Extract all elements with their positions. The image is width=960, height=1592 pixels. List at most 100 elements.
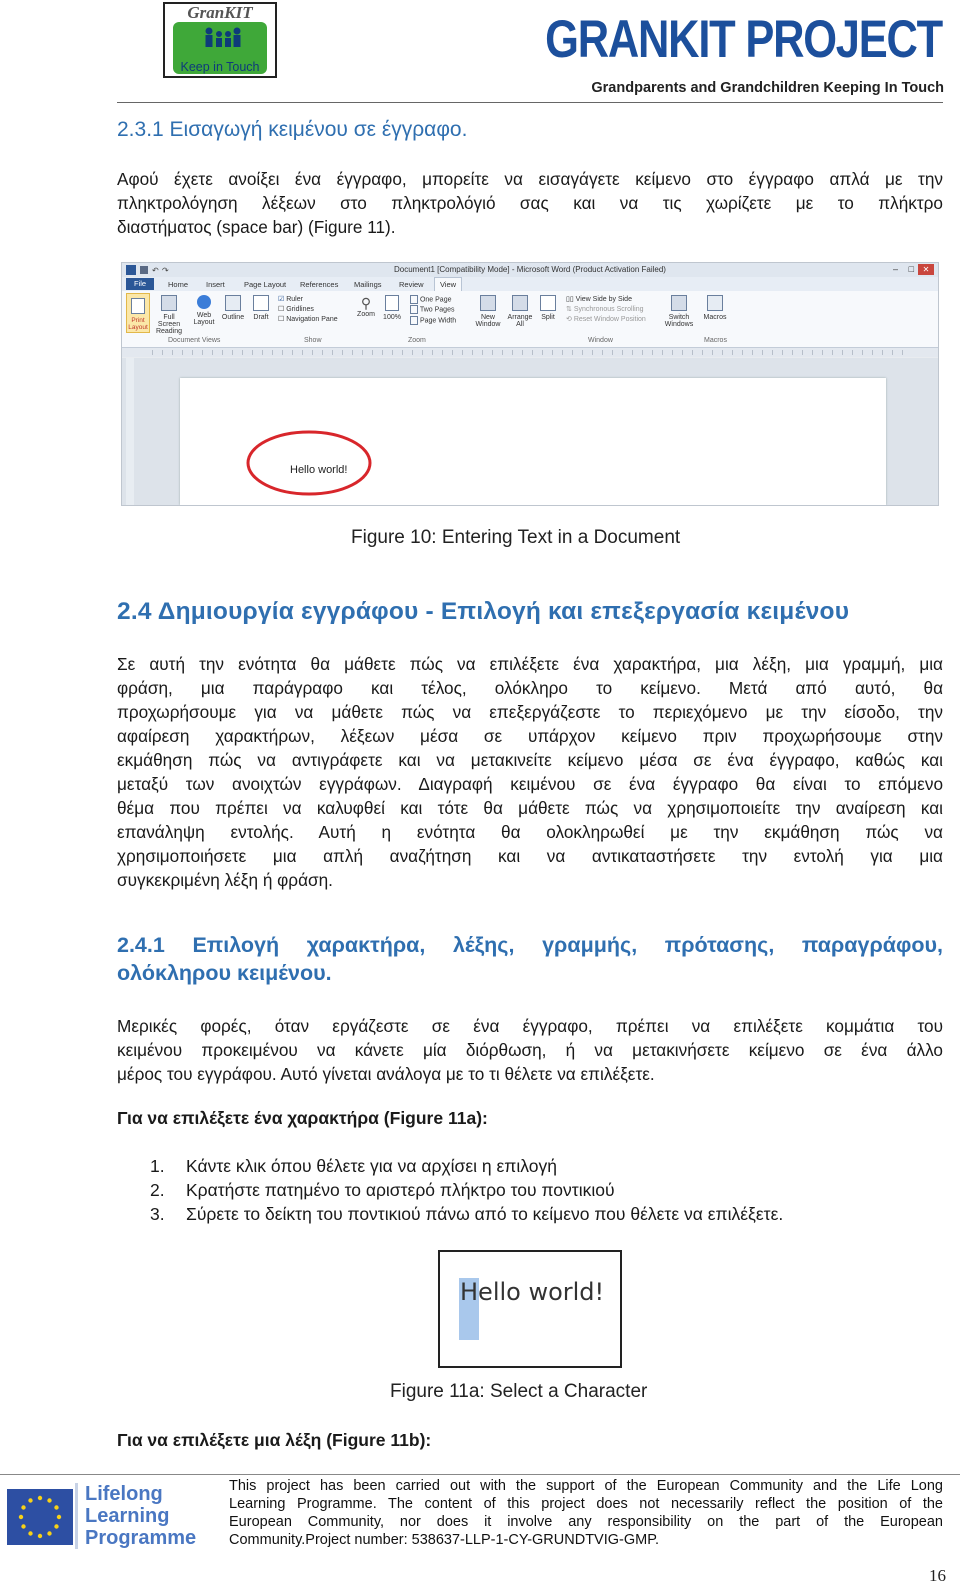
paragraph-line: εκμάθηση πώς να αντιγράφετε και να μετακ… <box>117 750 943 770</box>
family-icon <box>205 27 241 47</box>
checked-icon: ☑ <box>278 296 285 303</box>
tab-references[interactable]: References <box>300 280 338 289</box>
zoom-button[interactable]: ⚲ Zoom <box>356 295 376 318</box>
save-icon[interactable] <box>140 266 148 274</box>
footer-line: Community.Project number: 538637-LLP-1-C… <box>229 1532 660 1548</box>
lifelong-learning-logo: Lifelong Learning Programme <box>7 1483 219 1553</box>
word-screenshot: ↶ ↷ Document1 [Compatibility Mode] - Mic… <box>121 262 939 506</box>
macros-label: Macros <box>703 314 727 321</box>
side-by-side-icon: ▯▯ <box>566 296 574 303</box>
header-rule <box>117 102 943 103</box>
sync-scroll-icon: ⇅ <box>566 306 572 313</box>
macros-icon <box>707 295 723 311</box>
web-layout-icon <box>197 295 211 309</box>
outline-button[interactable]: Outline <box>220 295 246 321</box>
print-layout-icon <box>131 298 145 314</box>
tab-home[interactable]: Home <box>168 280 188 289</box>
tab-review[interactable]: Review <box>399 280 424 289</box>
two-pages-icon <box>410 305 418 315</box>
page-icon <box>385 295 399 311</box>
page-width-button[interactable]: Page Width <box>410 315 456 326</box>
new-window-button[interactable]: New Window <box>474 295 502 328</box>
section-2-4-paragraph: Σε αυτή την ενότητα θα μάθετε πώς να επι… <box>117 652 943 892</box>
maximize-icon[interactable]: □ <box>909 264 914 274</box>
reset-window-position-button[interactable]: ⟲ Reset Window Position <box>566 315 646 325</box>
gridlines-checkbox[interactable]: ☐ Gridlines <box>278 305 338 315</box>
new-window-label: New Window <box>475 314 501 328</box>
paragraph-line: αφαίρεση χαρακτήρων, λέξεων μέσα σε υπάρ… <box>117 726 943 746</box>
view-side-by-side-button[interactable]: ▯▯ View Side by Side <box>566 295 646 305</box>
programme-line: Programme <box>85 1527 197 1549</box>
zoom-100-button[interactable]: 100% <box>382 295 402 321</box>
paragraph-line: φράση, μια παράγραφο και τέλος, ολόκληρο… <box>117 678 943 698</box>
footer-line: This project has been carried out with t… <box>229 1478 943 1494</box>
switch-windows-icon <box>671 295 687 311</box>
undo-icon[interactable]: ↶ <box>152 266 159 275</box>
gridlines-label: Gridlines <box>286 306 314 313</box>
sync-scroll-label: Synchronous Scrolling <box>573 306 644 313</box>
footer-line: Learning Programme. The content of this … <box>229 1496 943 1512</box>
project-tagline: Grandparents and Grandchildren Keeping I… <box>591 80 944 96</box>
one-page-button[interactable]: One Page <box>410 295 456 305</box>
one-page-label: One Page <box>419 296 452 304</box>
figure-11a-caption: Figure 11a: Select a Character <box>390 1381 648 1402</box>
macros-button[interactable]: Macros <box>702 295 728 321</box>
logo-subtitle: Keep in Touch <box>180 60 260 74</box>
new-window-icon <box>480 295 496 311</box>
tab-mailings[interactable]: Mailings <box>354 280 382 289</box>
two-pages-button[interactable]: Two Pages <box>410 305 456 315</box>
step-text: Σύρετε το δείκτη του ποντικιού πάνω από … <box>186 1204 784 1224</box>
window-options: ▯▯ View Side by Side ⇅ Synchronous Scrol… <box>566 295 646 325</box>
full-screen-reading-button[interactable]: Full Screen Reading <box>152 295 186 335</box>
section-heading-2-3-1: 2.3.1 Εισαγωγή κειμένου σε έγγραφο. <box>117 118 468 141</box>
draft-button[interactable]: Draft <box>250 295 272 321</box>
print-layout-button[interactable]: Print Layout <box>126 293 150 333</box>
web-layout-button[interactable]: Web Layout <box>192 295 216 326</box>
vertical-ruler[interactable] <box>126 358 134 505</box>
tab-page-layout[interactable]: Page Layout <box>244 280 286 289</box>
ruler-label: Ruler <box>286 296 303 303</box>
word-app-icon <box>126 265 136 275</box>
paragraph-line: Μερικές φορές, όταν εργάζεστε σε ένα έγγ… <box>117 1016 943 1036</box>
project-brand: GRANKIT PROJECT <box>545 10 943 69</box>
horizontal-ruler[interactable] <box>122 348 938 357</box>
paragraph-line: Σε αυτή την ενότητα θα μάθετε πώς να επι… <box>117 654 943 674</box>
footer-line: European Community, nor does it involve … <box>229 1514 943 1530</box>
ruler-checkbox[interactable]: ☑ Ruler <box>278 295 338 305</box>
tab-insert[interactable]: Insert <box>206 280 225 289</box>
close-icon[interactable]: ✕ <box>918 264 934 275</box>
word-window-title: Document1 [Compatibility Mode] - Microso… <box>394 265 666 274</box>
select-character-title: Για να επιλέξετε ένα χαρακτήρα (Figure 1… <box>117 1108 488 1128</box>
section-2-4-1-paragraph: Μερικές φορές, όταν εργάζεστε σε ένα έγγ… <box>117 1014 943 1086</box>
print-layout-label: Print Layout <box>128 317 148 331</box>
section-heading-2-4-1-line2: ολόκληρου κειμένου. <box>117 961 332 985</box>
navigation-pane-checkbox[interactable]: ☐ Navigation Pane <box>278 315 338 325</box>
highlight-ellipse <box>246 430 372 496</box>
arrange-all-icon <box>512 295 528 311</box>
select-word-title: Για να επιλέξετε μια λέξη (Figure 11b): <box>117 1430 432 1450</box>
web-layout-label: Web Layout <box>193 312 215 326</box>
ribbon-tabs: File Home Insert Page Layout References … <box>122 277 938 291</box>
side-by-side-label: View Side by Side <box>575 296 632 303</box>
synchronous-scrolling-button[interactable]: ⇅ Synchronous Scrolling <box>566 305 646 315</box>
tab-file[interactable]: File <box>126 278 154 290</box>
arrange-all-button[interactable]: Arrange All <box>506 295 534 328</box>
split-button[interactable]: Split <box>538 295 558 321</box>
page-width-icon <box>410 315 418 325</box>
page-number: 16 <box>929 1566 946 1585</box>
step-number: 3. <box>150 1204 165 1224</box>
switch-windows-button[interactable]: Switch Windows <box>664 295 694 328</box>
redo-icon[interactable]: ↷ <box>162 266 169 275</box>
zoom-label: Zoom <box>357 311 375 318</box>
unchecked-icon: ☐ <box>278 306 285 313</box>
full-screen-label: Full Screen Reading <box>155 314 183 335</box>
step-text: Κρατήστε πατημένο το αριστερό πλήκτρο το… <box>186 1180 615 1200</box>
logo-title: GranKIT <box>187 3 253 22</box>
logo-divider <box>75 1483 78 1549</box>
programme-line: Learning <box>85 1505 170 1527</box>
eu-flag-icon <box>7 1489 73 1545</box>
unchecked-icon: ☐ <box>278 316 285 323</box>
minimize-icon[interactable]: – <box>893 264 898 274</box>
one-page-icon <box>410 295 418 304</box>
tab-view[interactable]: View <box>434 277 462 291</box>
